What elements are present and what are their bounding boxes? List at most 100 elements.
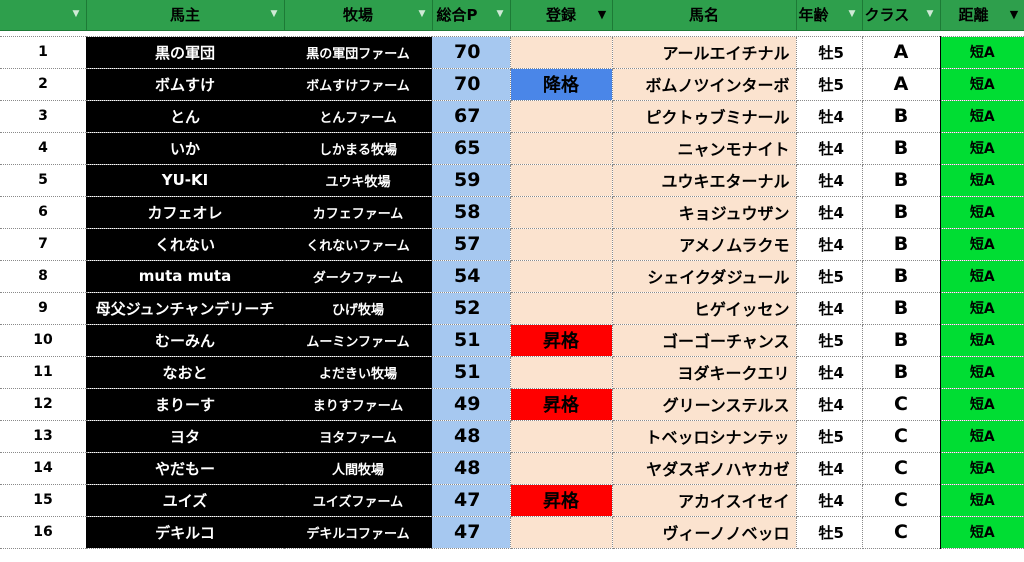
horse-name-cell[interactable]: ヒゲイッセン: [612, 292, 797, 325]
age-cell[interactable]: 牡5: [796, 260, 863, 293]
row-number[interactable]: 1: [0, 36, 86, 69]
register-cell[interactable]: [510, 516, 613, 549]
row-number[interactable]: 4: [0, 132, 86, 165]
age-cell[interactable]: 牡4: [796, 356, 863, 389]
age-cell[interactable]: 牡4: [796, 100, 863, 133]
farm-cell[interactable]: カフェファーム: [284, 196, 432, 229]
horse-name-cell[interactable]: グリーンステルス: [612, 388, 797, 421]
filter-active-icon[interactable]: ▼: [596, 8, 609, 21]
filter-active-icon[interactable]: ▼: [1008, 8, 1021, 21]
owner-cell[interactable]: デキルコ: [86, 516, 284, 549]
owner-cell[interactable]: 母父ジュンチャンデリーチ: [86, 292, 284, 325]
owner-cell[interactable]: くれない: [86, 228, 284, 261]
points-cell[interactable]: 54: [432, 260, 511, 293]
horse-name-cell[interactable]: キョジュウザン: [612, 196, 797, 229]
age-cell[interactable]: 牡4: [796, 388, 863, 421]
points-cell[interactable]: 52: [432, 292, 511, 325]
register-cell[interactable]: [510, 292, 613, 325]
horse-name-cell[interactable]: ゴーゴーチャンス: [612, 324, 797, 357]
class-cell[interactable]: B: [862, 164, 941, 197]
row-number[interactable]: 3: [0, 100, 86, 133]
points-cell[interactable]: 65: [432, 132, 511, 165]
distance-cell[interactable]: 短A: [939, 100, 1024, 133]
row-number[interactable]: 13: [0, 420, 86, 453]
class-cell[interactable]: C: [862, 516, 941, 549]
owner-cell[interactable]: カフェオレ: [86, 196, 284, 229]
distance-cell[interactable]: 短A: [939, 484, 1024, 517]
class-cell[interactable]: B: [862, 196, 941, 229]
age-cell[interactable]: 牡4: [796, 164, 863, 197]
filter-icon[interactable]: ▼: [494, 8, 507, 21]
horse-name-cell[interactable]: アメノムラクモ: [612, 228, 797, 261]
owner-cell[interactable]: ボムすけ: [86, 68, 284, 101]
horse-name-cell[interactable]: ヴィーノノベッロ: [612, 516, 797, 549]
age-cell[interactable]: 牡5: [796, 36, 863, 69]
owner-cell[interactable]: むーみん: [86, 324, 284, 357]
distance-cell[interactable]: 短A: [939, 132, 1024, 165]
filter-icon[interactable]: ▼: [268, 8, 281, 21]
horse-name-cell[interactable]: ユウキエターナル: [612, 164, 797, 197]
farm-cell[interactable]: まりすファーム: [284, 388, 432, 421]
points-cell[interactable]: 57: [432, 228, 511, 261]
farm-cell[interactable]: ユイズファーム: [284, 484, 432, 517]
distance-cell[interactable]: 短A: [939, 196, 1024, 229]
farm-cell[interactable]: とんファーム: [284, 100, 432, 133]
owner-cell[interactable]: やだもー: [86, 452, 284, 485]
horse-name-cell[interactable]: アールエイチナル: [612, 36, 797, 69]
owner-cell[interactable]: YU-KI: [86, 164, 284, 197]
register-cell[interactable]: [510, 228, 613, 261]
distance-cell[interactable]: 短A: [939, 68, 1024, 101]
row-number[interactable]: 9: [0, 292, 86, 325]
register-cell[interactable]: [510, 356, 613, 389]
class-cell[interactable]: B: [862, 356, 941, 389]
age-cell[interactable]: 牡5: [796, 68, 863, 101]
register-cell[interactable]: [510, 164, 613, 197]
farm-cell[interactable]: よだきい牧場: [284, 356, 432, 389]
register-cell[interactable]: [510, 132, 613, 165]
class-cell[interactable]: A: [862, 36, 941, 69]
distance-cell[interactable]: 短A: [939, 516, 1024, 549]
age-cell[interactable]: 牡4: [796, 228, 863, 261]
distance-cell[interactable]: 短A: [939, 420, 1024, 453]
points-cell[interactable]: 47: [432, 484, 511, 517]
filter-icon[interactable]: ▼: [924, 8, 937, 21]
age-cell[interactable]: 牡5: [796, 516, 863, 549]
owner-cell[interactable]: まりーす: [86, 388, 284, 421]
row-number[interactable]: 15: [0, 484, 86, 517]
age-cell[interactable]: 牡4: [796, 132, 863, 165]
filter-icon[interactable]: ▼: [70, 8, 83, 21]
distance-cell[interactable]: 短A: [939, 356, 1024, 389]
farm-cell[interactable]: 人間牧場: [284, 452, 432, 485]
horse-name-cell[interactable]: ヤダスギノハヤカゼ: [612, 452, 797, 485]
owner-cell[interactable]: とん: [86, 100, 284, 133]
class-cell[interactable]: A: [862, 68, 941, 101]
distance-cell[interactable]: 短A: [939, 36, 1024, 69]
filter-icon[interactable]: ▼: [846, 8, 859, 21]
points-cell[interactable]: 58: [432, 196, 511, 229]
class-cell[interactable]: B: [862, 100, 941, 133]
farm-cell[interactable]: ボムすけファーム: [284, 68, 432, 101]
points-cell[interactable]: 48: [432, 452, 511, 485]
distance-cell[interactable]: 短A: [939, 324, 1024, 357]
register-cell[interactable]: [510, 420, 613, 453]
age-cell[interactable]: 牡4: [796, 292, 863, 325]
points-cell[interactable]: 67: [432, 100, 511, 133]
farm-cell[interactable]: ムーミンファーム: [284, 324, 432, 357]
class-cell[interactable]: B: [862, 228, 941, 261]
row-number[interactable]: 2: [0, 68, 86, 101]
class-cell[interactable]: C: [862, 484, 941, 517]
farm-cell[interactable]: デキルコファーム: [284, 516, 432, 549]
horse-name-cell[interactable]: トベッロシナンテッ: [612, 420, 797, 453]
distance-cell[interactable]: 短A: [939, 292, 1024, 325]
farm-cell[interactable]: ユウキ牧場: [284, 164, 432, 197]
horse-name-cell[interactable]: ヨダキークエリ: [612, 356, 797, 389]
register-cell[interactable]: [510, 452, 613, 485]
points-cell[interactable]: 70: [432, 68, 511, 101]
row-number[interactable]: 12: [0, 388, 86, 421]
row-number[interactable]: 5: [0, 164, 86, 197]
points-cell[interactable]: 47: [432, 516, 511, 549]
class-cell[interactable]: B: [862, 132, 941, 165]
row-number[interactable]: 16: [0, 516, 86, 549]
points-cell[interactable]: 51: [432, 356, 511, 389]
row-number[interactable]: 14: [0, 452, 86, 485]
